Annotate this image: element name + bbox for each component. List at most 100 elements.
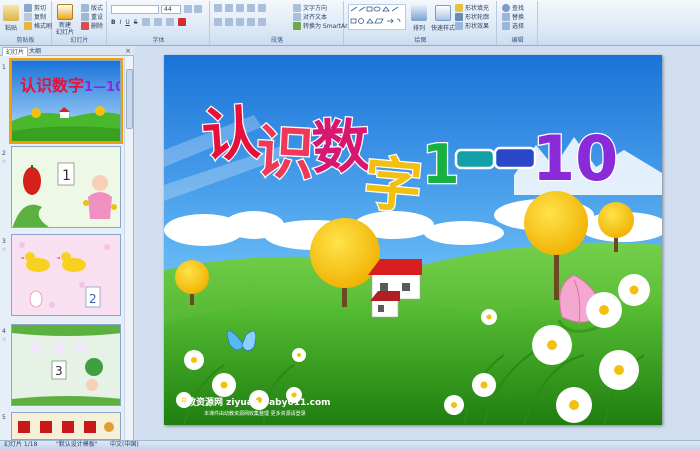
new-slide-button[interactable]: 新建 幻灯片 bbox=[56, 4, 74, 36]
slide-thumbnail-5[interactable] bbox=[11, 412, 121, 440]
slide-number: 2 bbox=[2, 150, 6, 157]
font-group: 44 B I U S 字体 bbox=[108, 1, 210, 45]
strikethrough-icon[interactable]: S bbox=[134, 19, 138, 26]
drawing-label: 绘图 bbox=[414, 37, 427, 44]
svg-text:认识数字: 认识数字 bbox=[20, 76, 84, 95]
slide-number: 3 bbox=[2, 238, 6, 245]
animation-star-icon: ☆ bbox=[2, 159, 7, 165]
close-icon[interactable]: × bbox=[125, 47, 131, 55]
numbering-icon[interactable] bbox=[225, 4, 233, 12]
shape-fill-button[interactable]: 形状填充 bbox=[455, 3, 489, 12]
scissors-icon bbox=[24, 3, 32, 12]
title-char-2: 识 bbox=[254, 118, 315, 189]
slide-3-preview: 2 bbox=[12, 235, 120, 315]
list-row bbox=[214, 4, 266, 12]
shadow-icon[interactable] bbox=[141, 18, 150, 26]
title-dash[interactable] bbox=[454, 146, 537, 170]
slide-thumbnail-1[interactable]: 认识数字 1—10 bbox=[9, 58, 123, 144]
delete-button[interactable]: 删除 bbox=[81, 21, 103, 30]
bullets-icon[interactable] bbox=[214, 4, 222, 12]
copy-icon bbox=[24, 12, 32, 21]
smartart-button[interactable]: 转换为 SmartArt bbox=[293, 21, 350, 30]
watermark: 幼教资源网 ziyuan.baby611.com bbox=[178, 396, 331, 408]
text-direction-button[interactable]: 文字方向 bbox=[293, 3, 327, 12]
drawing-group: 排列 快速样式 形状填充 形状轮廓 形状效果 绘图 bbox=[345, 1, 497, 45]
svg-text:3: 3 bbox=[55, 364, 63, 378]
slide-number: 1 bbox=[2, 64, 6, 71]
grow-font-icon bbox=[184, 5, 192, 13]
underline-icon[interactable]: U bbox=[125, 19, 129, 26]
align-text-button[interactable]: 对齐文本 bbox=[293, 12, 327, 21]
theme-name: "默认设计模板" bbox=[56, 441, 98, 448]
tab-outline[interactable]: 大纲 bbox=[26, 47, 44, 56]
slide-count: 幻灯片 1/18 bbox=[4, 441, 38, 448]
slide-number: 4 bbox=[2, 328, 6, 335]
layout-button[interactable]: 版式 bbox=[81, 3, 103, 12]
align-left-icon[interactable] bbox=[214, 18, 222, 26]
panel-scrollbar[interactable] bbox=[124, 57, 133, 440]
paste-button[interactable]: 粘贴 bbox=[3, 5, 19, 32]
title-digit-10: 10 bbox=[532, 122, 618, 195]
cut-button[interactable]: 剪切 bbox=[24, 3, 46, 12]
format-painter-button[interactable]: 格式刷 bbox=[24, 21, 52, 30]
font-name-field[interactable] bbox=[111, 5, 159, 14]
clipboard-icon bbox=[3, 5, 19, 21]
layout-icon bbox=[81, 3, 89, 12]
title-char-1: 认 bbox=[200, 99, 263, 171]
font-color-icon[interactable] bbox=[177, 18, 186, 26]
tab-slides[interactable]: 幻灯片 bbox=[2, 47, 29, 56]
reset-button[interactable]: 重设 bbox=[81, 12, 103, 21]
columns-icon[interactable] bbox=[258, 18, 266, 26]
spacing-icon[interactable] bbox=[153, 18, 162, 26]
search-icon bbox=[502, 3, 510, 12]
slide-thumbnail-2[interactable]: 1 bbox=[11, 146, 121, 228]
language[interactable]: 中文(中国) bbox=[110, 441, 139, 449]
slide-thumbnail-3[interactable]: 2 bbox=[11, 234, 121, 316]
delete-icon bbox=[81, 21, 89, 30]
slide-thumbnail-4[interactable]: 3 bbox=[11, 324, 121, 406]
align-text-icon bbox=[293, 12, 301, 21]
title-char-3: 数 bbox=[310, 111, 371, 182]
text-direction-icon bbox=[293, 3, 301, 12]
copy-button[interactable]: 复制 bbox=[24, 12, 46, 21]
increase-indent-icon[interactable] bbox=[247, 4, 255, 12]
slide-4-preview: 3 bbox=[12, 325, 120, 405]
scrollbar-thumb[interactable] bbox=[126, 69, 133, 129]
paragraph-group: 文字方向 对齐文本 转换为 SmartArt 段落 bbox=[211, 1, 350, 45]
effects-icon bbox=[455, 21, 463, 30]
font-style-row: B I U S bbox=[111, 18, 186, 26]
font-label: 字体 bbox=[152, 37, 165, 44]
replace-icon bbox=[502, 12, 510, 21]
new-slide-icon bbox=[57, 4, 73, 20]
shapes-gallery[interactable] bbox=[348, 4, 406, 30]
panel-tabs: 幻灯片 大纲 × bbox=[0, 46, 134, 56]
smartart-icon bbox=[293, 21, 301, 30]
status-bar: 幻灯片 1/18 "默认设计模板" 中文(中国) bbox=[0, 440, 700, 449]
align-center-icon[interactable] bbox=[225, 18, 233, 26]
align-right-icon[interactable] bbox=[236, 18, 244, 26]
shape-effects-button[interactable]: 形状效果 bbox=[455, 21, 489, 30]
arrange-button[interactable]: 排列 bbox=[411, 5, 427, 32]
quick-styles-button[interactable]: 快速样式 bbox=[431, 5, 455, 32]
replace-button[interactable]: 替换 bbox=[502, 12, 524, 21]
italic-icon[interactable]: I bbox=[120, 19, 122, 26]
grow-font-button[interactable] bbox=[184, 5, 192, 13]
shape-outline-button[interactable]: 形状轮廓 bbox=[455, 12, 489, 21]
justify-icon[interactable] bbox=[247, 18, 255, 26]
select-button[interactable]: 选择 bbox=[502, 21, 524, 30]
ribbon: 粘贴 剪切 复制 格式刷 剪贴板 新建 幻灯片 版式 重设 删除 幻灯片 44 … bbox=[0, 0, 700, 46]
font-size-field[interactable]: 44 bbox=[161, 5, 181, 14]
case-icon[interactable] bbox=[165, 18, 174, 26]
line-spacing-icon[interactable] bbox=[258, 4, 266, 12]
brush-icon bbox=[24, 21, 32, 30]
bold-icon[interactable]: B bbox=[111, 19, 116, 26]
slides-group: 新建 幻灯片 版式 重设 删除 幻灯片 bbox=[53, 1, 107, 45]
current-slide[interactable]: 认 识 数 字 1 10 幼教资源网 ziyuan.baby611.com 本课… bbox=[164, 55, 662, 425]
decrease-indent-icon[interactable] bbox=[236, 4, 244, 12]
editing-group: 查找 替换 选择 编辑 bbox=[498, 1, 538, 45]
find-button[interactable]: 查找 bbox=[502, 3, 524, 12]
arrange-icon bbox=[411, 5, 427, 21]
animation-star-icon: ☆ bbox=[2, 337, 7, 343]
shrink-font-button[interactable] bbox=[194, 5, 202, 13]
paragraph-label: 段落 bbox=[270, 37, 283, 44]
